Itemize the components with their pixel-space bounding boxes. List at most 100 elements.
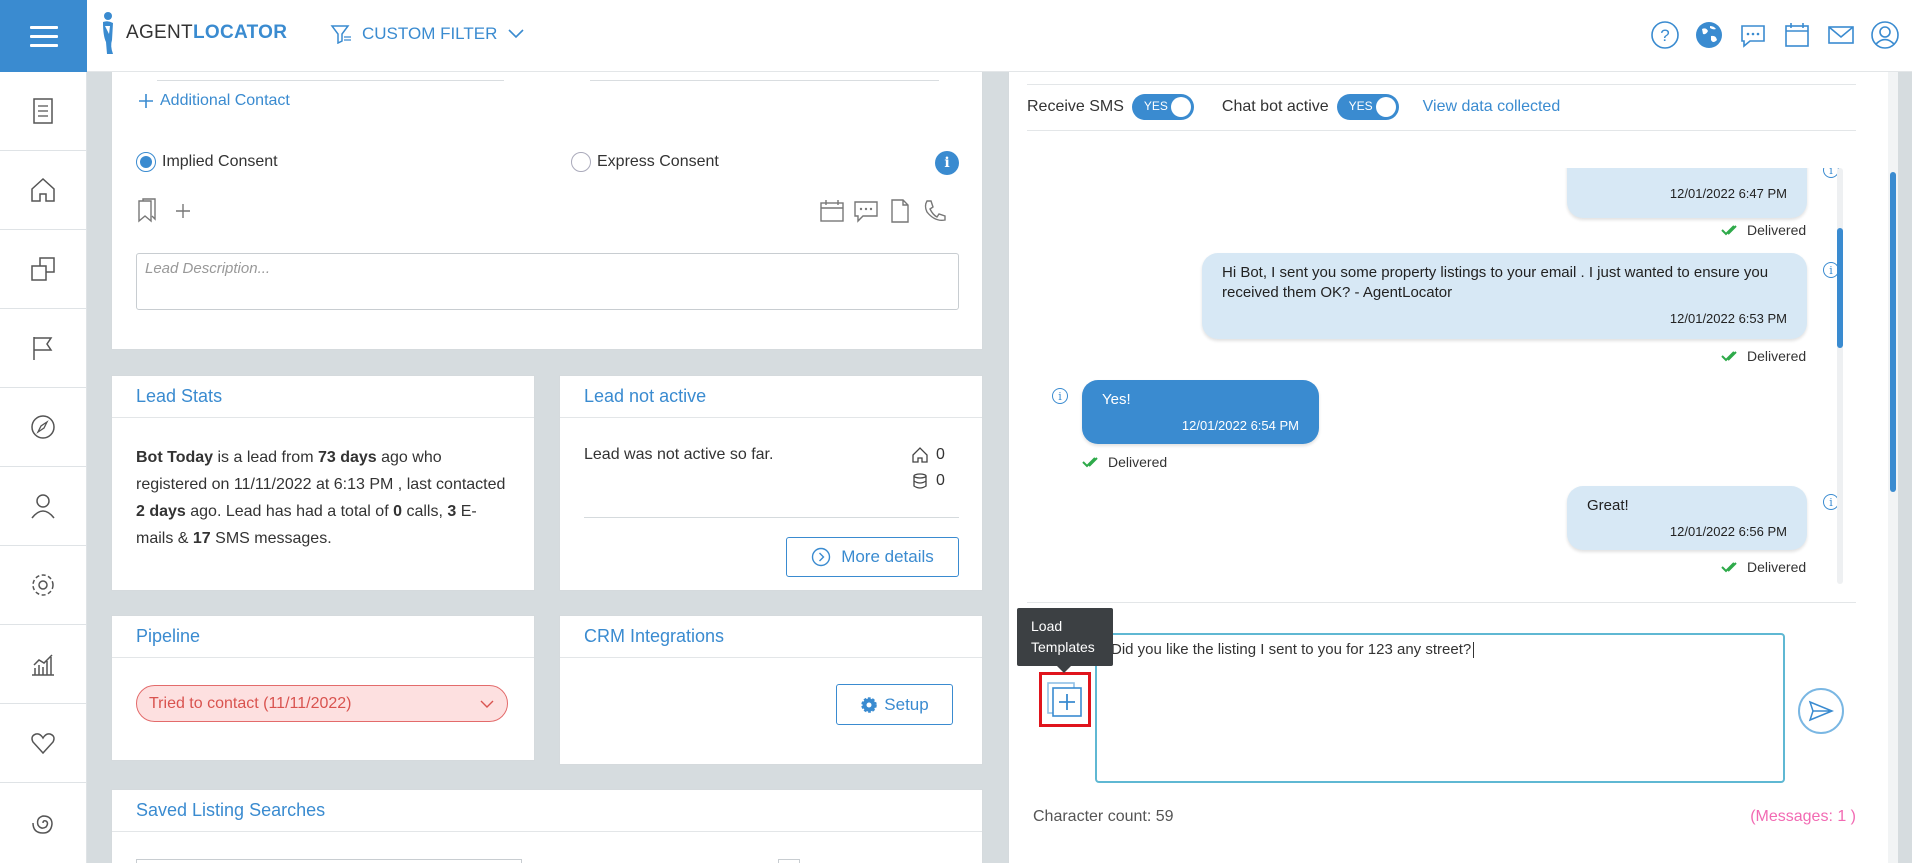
- divider: [1027, 84, 1856, 85]
- custom-filter-dropdown[interactable]: CUSTOM FILTER: [330, 24, 525, 44]
- chat-message-outgoing: 12/01/2022 6:47 PM: [1567, 168, 1807, 218]
- custom-filter-label: CUSTOM FILTER: [362, 24, 498, 43]
- message-icon[interactable]: [853, 198, 879, 224]
- saved-listing-searches-card: Saved Listing Searches: [111, 789, 983, 863]
- lead-description-input[interactable]: Lead Description...: [136, 253, 959, 310]
- implied-consent-radio[interactable]: Implied Consent: [136, 152, 278, 172]
- message-time: 12/01/2022 6:54 PM: [1181, 418, 1299, 433]
- chat-history[interactable]: 12/01/2022 6:47 PM i Delivered Hi Bot, I…: [1033, 168, 1853, 584]
- sidebar-item-favorites[interactable]: [0, 704, 86, 783]
- divider: [1027, 130, 1856, 131]
- message-text: Yes!: [1102, 391, 1131, 408]
- chat-scrollbar-thumb[interactable]: [1837, 228, 1843, 348]
- delivered-status: Delivered: [1721, 559, 1806, 575]
- phone-icon[interactable]: [921, 198, 947, 224]
- sidebar-item-contacts[interactable]: [0, 467, 86, 546]
- message-text: Hi Bot, I sent you some property listing…: [1222, 264, 1769, 301]
- database-count: 0: [912, 472, 945, 490]
- implied-consent-label: Implied Consent: [162, 153, 278, 170]
- page-scrollbar-thumb[interactable]: [1890, 172, 1896, 492]
- express-consent-radio[interactable]: Express Consent: [571, 152, 719, 172]
- more-details-button[interactable]: More details: [786, 537, 959, 577]
- analytics-icon: [32, 654, 54, 676]
- search-field[interactable]: [136, 859, 522, 863]
- double-check-icon: [1721, 225, 1737, 236]
- flag-icon: [33, 337, 53, 360]
- sidebar-item-settings[interactable]: [0, 546, 86, 625]
- sidebar-item-spiral[interactable]: [0, 783, 86, 862]
- message-input[interactable]: Did you like the listing I sent to you f…: [1095, 633, 1785, 783]
- sidebar-item-copy[interactable]: [0, 230, 86, 309]
- chevron-down-icon: [508, 29, 524, 39]
- chevron-down-icon: [480, 700, 494, 708]
- plus-icon: [139, 94, 153, 108]
- more-details-label: More details: [841, 547, 934, 566]
- compass-icon: [31, 415, 55, 439]
- receive-sms-label: Receive SMS: [1027, 98, 1124, 115]
- template-add-icon: [1047, 681, 1082, 717]
- message-count: (Messages: 1 ): [1750, 808, 1856, 825]
- load-templates-button[interactable]: [1039, 672, 1091, 727]
- logo[interactable]: AGENTLOCATOR: [98, 10, 287, 56]
- delivered-status: Delivered: [1721, 222, 1806, 238]
- chat-icon[interactable]: [1738, 20, 1768, 50]
- additional-contact-link[interactable]: Additional Contact: [138, 92, 290, 110]
- sidebar-item-compass[interactable]: [0, 388, 86, 467]
- menu-button[interactable]: [0, 0, 87, 72]
- setup-label: Setup: [884, 694, 929, 714]
- setup-button[interactable]: Setup: [836, 684, 953, 725]
- home-icon: [31, 177, 55, 202]
- globe-icon[interactable]: [1694, 20, 1724, 50]
- checkbox[interactable]: [778, 859, 800, 863]
- crm-integrations-title: CRM Integrations: [560, 616, 982, 658]
- chat-scrollbar[interactable]: [1837, 168, 1843, 584]
- message-input-value: Did you like the listing I sent to you f…: [1111, 641, 1472, 658]
- document-icon: [33, 98, 53, 124]
- send-button[interactable]: [1798, 688, 1844, 734]
- message-text: Great!: [1587, 497, 1629, 514]
- filter-icon: [330, 25, 351, 44]
- send-icon: [1808, 700, 1834, 722]
- radio-unselected[interactable]: [571, 152, 591, 172]
- bookmarks-icon[interactable]: [136, 198, 162, 224]
- person-icon: [31, 494, 55, 519]
- saved-listing-searches-title: Saved Listing Searches: [112, 790, 982, 832]
- express-consent-label: Express Consent: [597, 153, 719, 170]
- additional-contact-label: Additional Contact: [160, 92, 290, 109]
- info-icon[interactable]: i: [1052, 388, 1068, 404]
- home-count: 0: [912, 446, 945, 464]
- receive-sms-toggle[interactable]: YES: [1131, 94, 1194, 120]
- radio-selected[interactable]: [136, 152, 156, 172]
- lead-stats-text: Bot Today is a lead from 73 days ago who…: [136, 449, 506, 547]
- add-icon[interactable]: [174, 202, 192, 220]
- calendar-icon[interactable]: [1782, 20, 1812, 50]
- chat-message-outgoing: Great! 12/01/2022 6:56 PM: [1567, 486, 1807, 550]
- pipeline-status-select[interactable]: Tried to contact (11/11/2022): [136, 685, 508, 722]
- page-scrollbar[interactable]: [1888, 72, 1898, 863]
- sidebar-item-flag[interactable]: [0, 309, 86, 388]
- file-icon[interactable]: [887, 198, 913, 224]
- view-data-collected-link[interactable]: View data collected: [1423, 98, 1561, 116]
- sidebar-item-analytics[interactable]: [0, 625, 86, 704]
- crm-integrations-card: CRM Integrations Setup: [559, 615, 983, 765]
- sidebar-item-documents[interactable]: [0, 72, 86, 151]
- lead-stats-title: Lead Stats: [112, 376, 534, 418]
- info-icon[interactable]: i: [935, 151, 959, 175]
- calendar-icon[interactable]: [819, 198, 845, 224]
- sidebar-item-home[interactable]: [0, 151, 86, 230]
- pipeline-card: Pipeline Tried to contact (11/11/2022): [111, 615, 535, 761]
- database-icon: [913, 473, 927, 489]
- sidebar: [0, 72, 87, 863]
- chat-message-incoming: Yes! 12/01/2022 6:54 PM: [1082, 380, 1319, 444]
- top-bar: AGENTLOCATOR CUSTOM FILTER ?: [0, 0, 1912, 72]
- pipeline-title: Pipeline: [112, 616, 534, 658]
- mail-icon[interactable]: [1826, 20, 1856, 50]
- load-templates-tooltip: Load Templates: [1017, 608, 1113, 673]
- help-icon[interactable]: ?: [1650, 20, 1680, 50]
- user-icon[interactable]: [1870, 20, 1900, 50]
- lead-not-active-card: Lead not active Lead was not active so f…: [559, 375, 983, 591]
- chat-bot-label: Chat bot active: [1221, 98, 1329, 115]
- spiral-icon: [32, 814, 53, 834]
- lead-stats-card: Lead Stats Bot Today is a lead from 73 d…: [111, 375, 535, 591]
- chat-bot-toggle[interactable]: YES: [1336, 94, 1399, 120]
